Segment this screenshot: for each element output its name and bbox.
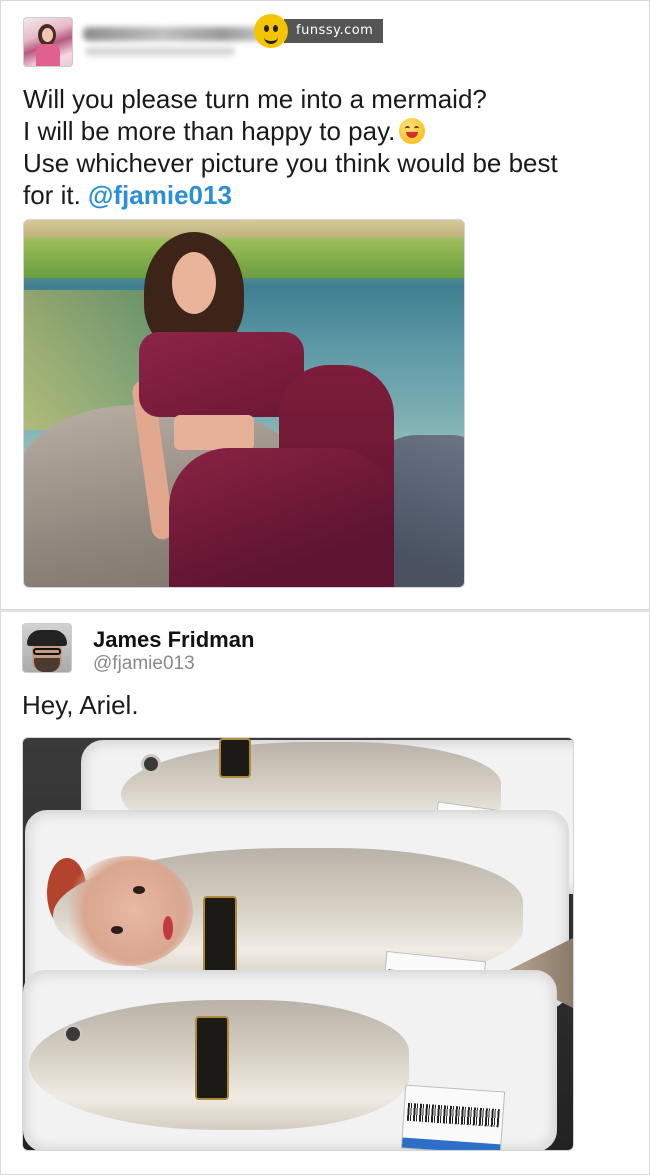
fish-band (195, 1016, 229, 1100)
photo-waist (174, 415, 254, 450)
attached-photo-fish-trays[interactable] (22, 737, 574, 1151)
redacted-username (83, 27, 283, 41)
photo-lace-skirt (169, 448, 394, 587)
avatar-dress (36, 44, 60, 66)
watermark-text: funssy.com (284, 19, 384, 43)
reply-author-name[interactable]: James Fridman (93, 627, 254, 653)
funssy-mascot-icon (254, 14, 288, 48)
photo-face (172, 252, 216, 314)
photo-shore (24, 220, 464, 240)
reply-body: Hey, Ariel. (22, 690, 139, 720)
smiling-face-emoji-icon (399, 118, 426, 144)
tweet-line: for it. (23, 180, 81, 210)
avatar-beard (34, 658, 60, 672)
tweet-line: Use whichever picture you think would be… (23, 148, 558, 178)
fish-band (219, 738, 251, 778)
watermark: funssy.com (254, 14, 384, 48)
avatar-cap (27, 630, 67, 646)
tweet-line-with-emoji: I will be more than happy to pay. (23, 115, 623, 147)
tweet-line-with-mention: for it. @fjamie013 (23, 179, 623, 211)
attached-photo-girl-lake[interactable] (23, 219, 465, 588)
requester-avatar[interactable] (23, 17, 73, 67)
avatar-glasses (33, 648, 61, 655)
tweet-line: Will you please turn me into a mermaid? (23, 84, 487, 114)
tweet-card-request: funssy.com Will you please turn me into … (0, 0, 650, 610)
fish-eye (63, 1024, 83, 1044)
tweet-body: Will you please turn me into a mermaid? … (23, 83, 623, 211)
reply-author-handle[interactable]: @fjamie013 (93, 653, 195, 675)
redacted-handle (85, 47, 235, 56)
price-label (400, 1084, 506, 1150)
fish-eye (141, 754, 161, 774)
avatar-face (42, 28, 53, 42)
mention-link[interactable]: @fjamie013 (88, 180, 232, 210)
tweet-line: I will be more than happy to pay. (23, 116, 396, 146)
photo-grass (24, 238, 464, 278)
james-fridman-avatar[interactable] (22, 623, 72, 673)
photoshopped-face (63, 856, 193, 966)
